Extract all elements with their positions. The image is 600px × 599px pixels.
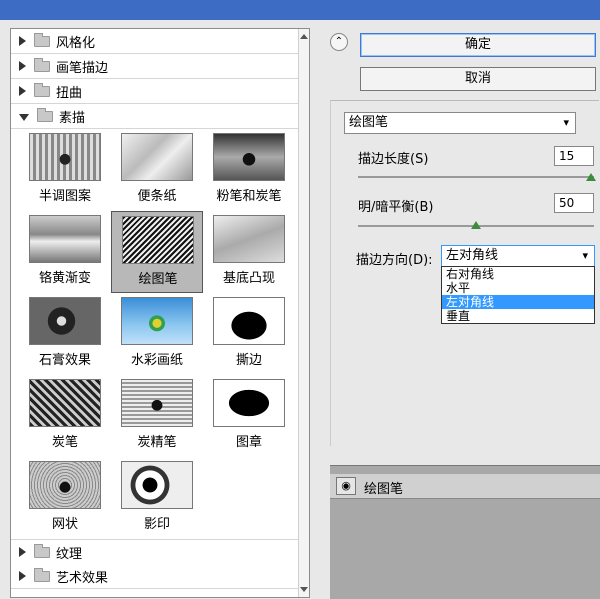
filter-gallery-tree: 风格化 画笔描边 扭曲 素描 半调图案 便条纸 粉笔和炭笔 铬黄渐变 绘图笔 基… — [10, 28, 310, 598]
folder-icon — [34, 543, 50, 558]
filter-preview-image — [29, 297, 101, 345]
filter-preview-image — [121, 133, 193, 181]
ok-button[interactable]: 确定 — [360, 33, 596, 57]
filter-thumb-conte-crayon[interactable]: 炭精笔 — [111, 375, 203, 457]
effect-layer-row[interactable]: ◉ 绘图笔 — [330, 474, 600, 499]
filter-thumb-label: 炭精笔 — [137, 435, 177, 450]
stroke-direction-label: 描边方向(D): — [356, 253, 433, 268]
filter-preview-image — [29, 379, 101, 427]
folder-label: 扭曲 — [56, 85, 83, 101]
filter-thumb-label: 粉笔和炭笔 — [216, 189, 282, 204]
folder-label: 素描 — [59, 110, 86, 126]
folder-label: 画笔描边 — [56, 60, 109, 76]
filter-thumb-label: 半调图案 — [38, 189, 91, 204]
folder-icon — [34, 57, 50, 72]
filter-preview-image — [121, 461, 193, 509]
stroke-direction-value: 左对角线 — [446, 248, 499, 263]
filter-preview-image — [29, 215, 101, 263]
filter-thumb-label: 网状 — [51, 517, 78, 532]
filter-thumb-label: 便条纸 — [137, 189, 177, 204]
folder-brush-strokes[interactable]: 画笔描边 — [11, 54, 301, 79]
folder-artistic[interactable]: 艺术效果 — [11, 564, 301, 589]
balance-slider-thumb[interactable] — [471, 221, 481, 229]
filter-thumb-photocopy[interactable]: 影印 — [111, 457, 203, 539]
filter-thumb-charcoal[interactable]: 炭笔 — [19, 375, 111, 457]
expand-arrow-icon[interactable] — [19, 571, 26, 581]
filter-preview-image — [213, 379, 285, 427]
expand-arrow-icon[interactable] — [19, 547, 26, 557]
title-bar — [0, 0, 600, 20]
folder-label: 纹理 — [56, 546, 83, 562]
stroke-direction-select[interactable]: 左对角线 ▾ — [441, 245, 595, 267]
filter-thumb-label: 水彩画纸 — [130, 353, 183, 368]
scroll-down-icon[interactable] — [300, 587, 308, 592]
expand-arrow-icon[interactable] — [19, 61, 26, 71]
filter-select-value: 绘图笔 — [349, 115, 389, 130]
filter-preview-image — [213, 297, 285, 345]
effect-layers-panel: ◉ 绘图笔 — [330, 465, 600, 599]
filter-thumb-label: 石膏效果 — [38, 353, 91, 368]
filter-preview-image — [121, 297, 193, 345]
balance-label: 明/暗平衡(B) — [358, 200, 434, 215]
filter-thumb-label: 绘图笔 — [138, 272, 178, 287]
filter-thumb-label: 影印 — [143, 517, 170, 532]
balance-input[interactable]: 50 — [554, 193, 594, 213]
folder-label: 风格化 — [56, 35, 96, 51]
filter-thumb-label: 铬黄渐变 — [38, 271, 91, 286]
stroke-direction-options: 右对角线 水平 左对角线 垂直 — [441, 266, 595, 324]
folder-icon — [34, 82, 50, 97]
stroke-length-slider-thumb[interactable] — [586, 173, 596, 181]
stroke-length-input[interactable]: 15 — [554, 146, 594, 166]
folder-icon — [34, 567, 50, 582]
filter-preview-image — [122, 216, 194, 264]
stroke-length-slider[interactable] — [358, 176, 594, 178]
direction-option-vertical[interactable]: 垂直 — [442, 309, 594, 323]
scroll-up-icon[interactable] — [300, 34, 308, 39]
filter-preview-image — [121, 379, 193, 427]
effect-layer-name: 绘图笔 — [364, 482, 404, 497]
folder-stylize[interactable]: 风格化 — [11, 29, 301, 54]
folder-texture[interactable]: 纹理 — [11, 539, 301, 565]
eye-icon[interactable]: ◉ — [336, 477, 356, 495]
filter-preview-image — [29, 133, 101, 181]
folder-sketch[interactable]: 素描 — [11, 104, 301, 129]
filter-select[interactable]: 绘图笔 ▾ — [344, 112, 576, 134]
filter-thumb-water-paper[interactable]: 水彩画纸 — [111, 293, 203, 375]
stroke-length-label: 描边长度(S) — [358, 152, 429, 167]
collapse-gallery-icon[interactable]: ⌃ — [330, 33, 348, 51]
folder-distort[interactable]: 扭曲 — [11, 79, 301, 104]
chevron-down-icon: ▾ — [563, 116, 569, 129]
folder-icon — [34, 32, 50, 47]
filter-thumb-torn-edges[interactable]: 撕边 — [203, 293, 295, 375]
filter-thumb-label: 基底凸现 — [222, 271, 275, 286]
filter-thumb-label: 撕边 — [235, 353, 262, 368]
direction-option-horizontal[interactable]: 水平 — [442, 281, 594, 295]
collapse-arrow-icon[interactable] — [19, 113, 29, 121]
filter-thumb-chrome[interactable]: 铬黄渐变 — [19, 211, 111, 293]
filter-preview-image — [213, 133, 285, 181]
cancel-button[interactable]: 取消 — [360, 67, 596, 91]
filter-thumb-halftone[interactable]: 半调图案 — [19, 129, 111, 211]
filter-preview-image — [213, 215, 285, 263]
filter-thumb-graphic-pen[interactable]: 绘图笔 — [111, 211, 203, 293]
filter-thumb-bas-relief[interactable]: 基底凸现 — [203, 211, 295, 293]
filter-thumb-reticulation[interactable]: 网状 — [19, 457, 111, 539]
expand-arrow-icon[interactable] — [19, 86, 26, 96]
vertical-scrollbar[interactable] — [298, 29, 309, 597]
filter-thumb-stamp[interactable]: 图章 — [203, 375, 295, 457]
direction-option-left-diagonal[interactable]: 左对角线 — [442, 295, 594, 309]
filter-thumb-label: 炭笔 — [51, 435, 78, 450]
filter-preview-image — [29, 461, 101, 509]
filter-thumb-note-paper[interactable]: 便条纸 — [111, 129, 203, 211]
folder-label: 艺术效果 — [56, 570, 109, 586]
filter-thumb-chalk-charcoal[interactable]: 粉笔和炭笔 — [203, 129, 295, 211]
direction-option-right-diagonal[interactable]: 右对角线 — [442, 267, 594, 281]
folder-icon — [37, 107, 53, 122]
filter-thumb-label: 图章 — [235, 435, 262, 450]
filter-thumb-plaster[interactable]: 石膏效果 — [19, 293, 111, 375]
chevron-down-icon: ▾ — [582, 249, 588, 262]
expand-arrow-icon[interactable] — [19, 36, 26, 46]
